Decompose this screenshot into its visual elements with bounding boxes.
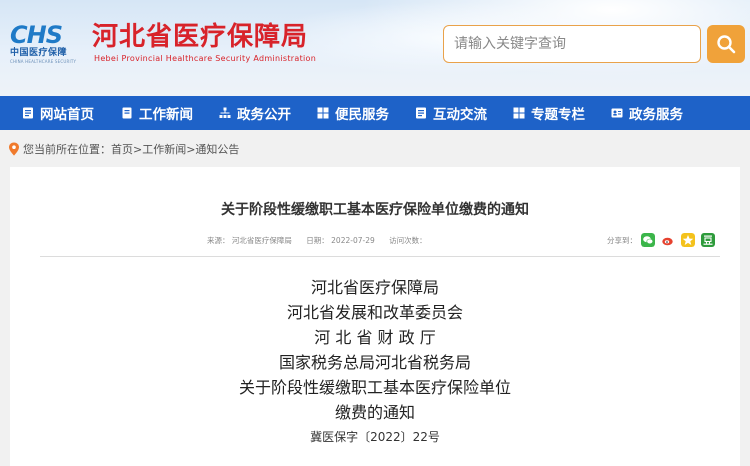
- nav-item-label: 便民服务: [335, 107, 389, 123]
- article-visits: 访问次数：: [389, 236, 427, 245]
- site-title[interactable]: 河北省医疗保障局: [92, 20, 308, 54]
- nav-item-gov-services[interactable]: 政务服务: [611, 96, 683, 130]
- search-box: [443, 25, 701, 63]
- document-icon: [416, 107, 426, 119]
- divider: [40, 256, 720, 257]
- doc-title-line: 缴费的通知: [334, 403, 415, 422]
- main-nav: 网站首页 工作新闻 政务公开 便民服务 互动交流 专题专栏 政务服务: [0, 96, 750, 130]
- douban-icon[interactable]: [701, 233, 715, 247]
- article-meta: 来源： 河北省医疗保障局 日期： 2022-07-29 访问次数：: [207, 235, 439, 246]
- logo-cn-text: 中国医疗保障: [10, 48, 68, 58]
- nav-item-label: 专题专栏: [531, 107, 585, 123]
- nav-item-label: 互动交流: [433, 107, 487, 123]
- weibo-icon[interactable]: [661, 233, 675, 247]
- qzone-icon[interactable]: [681, 233, 695, 247]
- nav-item-interaction[interactable]: 互动交流: [415, 96, 487, 130]
- issuer-line: 河 北 省 财 政 厅: [314, 328, 436, 347]
- nav-item-label: 政务公开: [237, 107, 291, 123]
- nav-item-label: 政务服务: [629, 107, 683, 123]
- chs-logo[interactable]: CHS 中国医疗保障 CHINA HEALTHCARE SECURITY: [10, 23, 80, 67]
- location-pin-icon: [9, 142, 19, 156]
- id-card-icon: [611, 108, 623, 118]
- document-icon: [23, 107, 33, 119]
- nav-item-gov-affairs[interactable]: 政务公开: [219, 96, 291, 130]
- article-source: 来源： 河北省医疗保障局: [207, 236, 292, 245]
- nav-item-services[interactable]: 便民服务: [317, 96, 389, 130]
- nav-item-label: 网站首页: [40, 107, 94, 123]
- issuer-line: 河北省发展和改革委员会: [286, 303, 463, 322]
- doc-number: 冀医保字〔2022〕22号: [310, 430, 440, 444]
- breadcrumb: 您当前所在位置：首页>工作新闻>通知公告: [8, 140, 239, 158]
- doc-title-line: 关于阶段性缓缴职工基本医疗保险单位: [238, 378, 511, 397]
- nav-item-topics[interactable]: 专题专栏: [513, 96, 585, 130]
- issuer-line: 河北省医疗保障局: [310, 278, 439, 297]
- search-button[interactable]: [707, 25, 745, 63]
- article-panel: 关于阶段性缓缴职工基本医疗保险单位缴费的通知 来源： 河北省医疗保障局 日期： …: [10, 167, 740, 466]
- grid-icon: [317, 107, 329, 119]
- bookmark-icon: [122, 107, 132, 119]
- search-icon: [717, 35, 736, 54]
- share-label: 分享到：: [607, 235, 637, 245]
- nav-item-label: 工作新闻: [139, 107, 193, 123]
- logo-en-text: CHINA HEALTHCARE SECURITY: [10, 59, 77, 64]
- nav-item-news[interactable]: 工作新闻: [121, 96, 193, 130]
- issuer-line: 国家税务总局河北省税务局: [278, 353, 471, 372]
- site-header: CHS 中国医疗保障 CHINA HEALTHCARE SECURITY 河北省…: [0, 0, 750, 96]
- breadcrumb-text[interactable]: 您当前所在位置：首页>工作新闻>通知公告: [23, 141, 239, 157]
- logo-mark-text: CHS: [10, 21, 63, 49]
- search-input[interactable]: [444, 26, 700, 62]
- wechat-icon[interactable]: [641, 233, 655, 247]
- article-title: 关于阶段性缓缴职工基本医疗保险单位缴费的通知: [221, 202, 529, 218]
- nav-item-home[interactable]: 网站首页: [22, 96, 94, 130]
- grid-icon: [513, 107, 525, 119]
- article-date: 日期： 2022-07-29: [306, 236, 375, 245]
- org-chart-icon: [219, 107, 231, 118]
- share-bar: 分享到：: [607, 233, 721, 247]
- site-subtitle: Hebei Provincial Healthcare Security Adm…: [94, 54, 317, 63]
